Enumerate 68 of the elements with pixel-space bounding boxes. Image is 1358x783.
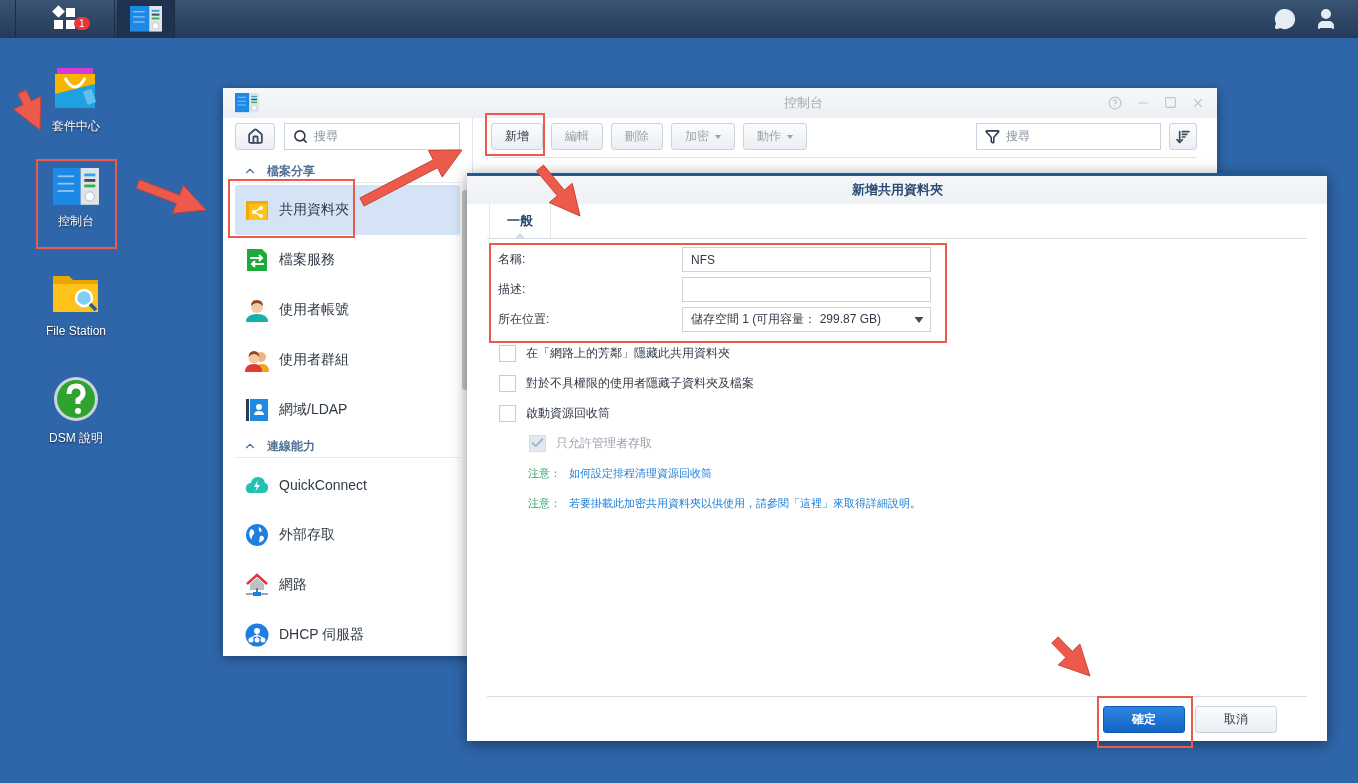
contact-card-icon [245, 398, 269, 422]
checkbox-label: 在「網路上的芳鄰」隱藏此共用資料夾 [526, 344, 730, 362]
section-title: 檔案分享 [267, 162, 315, 180]
cancel-button[interactable]: 取消 [1195, 706, 1277, 733]
dropdown-field[interactable]: 儲存空間 1 (可用容量： 299.87 GB) [682, 307, 931, 332]
shared-folder-icon [245, 198, 269, 222]
note-label: 注意： [528, 495, 561, 511]
users-icon [245, 348, 269, 372]
tab[interactable]: 一般 [489, 204, 551, 238]
annotation-arrow [13, 89, 42, 131]
sidebar-item[interactable]: 外部存取 [235, 510, 460, 560]
help-icon[interactable] [1108, 96, 1122, 110]
home-button[interactable] [235, 123, 275, 150]
field-label: 名稱: [498, 251, 527, 268]
checkbox[interactable] [499, 344, 516, 362]
sidebar-item[interactable]: 網路 [235, 560, 460, 610]
notification-badge: 1 [74, 17, 90, 30]
checkbox-label: 對於不具權限的使用者隱藏子資料夾及檔案 [526, 374, 754, 392]
text-field[interactable]: NFS [682, 247, 931, 272]
checkbox-label: 啟動資源回收筒 [526, 404, 610, 422]
annotation-arrow [1051, 636, 1091, 677]
sidebar-item[interactable]: 使用者帳號 [235, 285, 460, 335]
caret-icon [914, 316, 924, 323]
help-link[interactable]: 若要掛載此加密共用資料夾以供使用，請參閱「這裡」來取得詳細說明。 [569, 495, 921, 511]
filter-icon [985, 129, 1000, 144]
annotation-arrow [135, 179, 207, 214]
house-network-icon [245, 573, 269, 597]
desktop-icon-label[interactable]: DSM 說明 [49, 430, 103, 447]
help-icon [53, 376, 99, 422]
search-icon [293, 129, 308, 144]
sidebar-item[interactable]: 網域/LDAP [235, 385, 460, 435]
confirm-button[interactable]: 確定 [1103, 706, 1185, 733]
desktop-icon-label[interactable]: File Station [46, 324, 106, 338]
control-panel-icon [235, 93, 259, 113]
sidebar-item[interactable]: QuickConnect [235, 460, 460, 510]
control-panel-icon [130, 6, 162, 32]
note-label: 注意： [528, 465, 561, 481]
sidebar-item[interactable]: DHCP 伺服器 [235, 610, 460, 656]
user-icon [245, 298, 269, 322]
dialog-title: 新增共用資料夾 [851, 181, 943, 199]
close-icon[interactable] [1191, 96, 1205, 110]
toolbar-button[interactable]: 新增 [491, 123, 543, 150]
sidebar-item[interactable]: 共用資料夾 [235, 185, 460, 235]
desktop-icon-label[interactable]: 控制台 [58, 212, 94, 230]
taskbar-button[interactable] [117, 0, 175, 38]
checkbox[interactable] [499, 374, 516, 392]
home-icon [246, 128, 264, 145]
file-arrows-icon [245, 248, 269, 272]
field-label: 描述: [498, 281, 527, 298]
sort-button[interactable] [1169, 123, 1197, 150]
help-link[interactable]: 如何設定排程清理資源回收筒 [569, 465, 712, 481]
section-title: 連線能力 [267, 437, 315, 455]
chat-icon[interactable] [1274, 8, 1296, 30]
control-panel-icon [53, 168, 99, 205]
globe-icon [245, 523, 269, 547]
window-title: 控制台 [783, 94, 824, 112]
maximize-icon[interactable] [1164, 96, 1177, 109]
sidebar-item[interactable]: 使用者群組 [235, 335, 460, 385]
sort-icon [1175, 128, 1191, 145]
network-nodes-icon [245, 623, 269, 647]
sidebar-item[interactable]: 檔案服務 [235, 235, 460, 285]
checkbox[interactable] [499, 404, 516, 422]
taskbar-button[interactable]: 1 [15, 0, 115, 38]
field-label: 所在位置: [498, 311, 551, 328]
text-field[interactable] [682, 277, 931, 302]
checkbox-label: 只允許管理者存取 [556, 434, 652, 452]
desktop-icon-label[interactable]: 套件中心 [52, 118, 100, 135]
annotation-arrow [536, 164, 581, 217]
